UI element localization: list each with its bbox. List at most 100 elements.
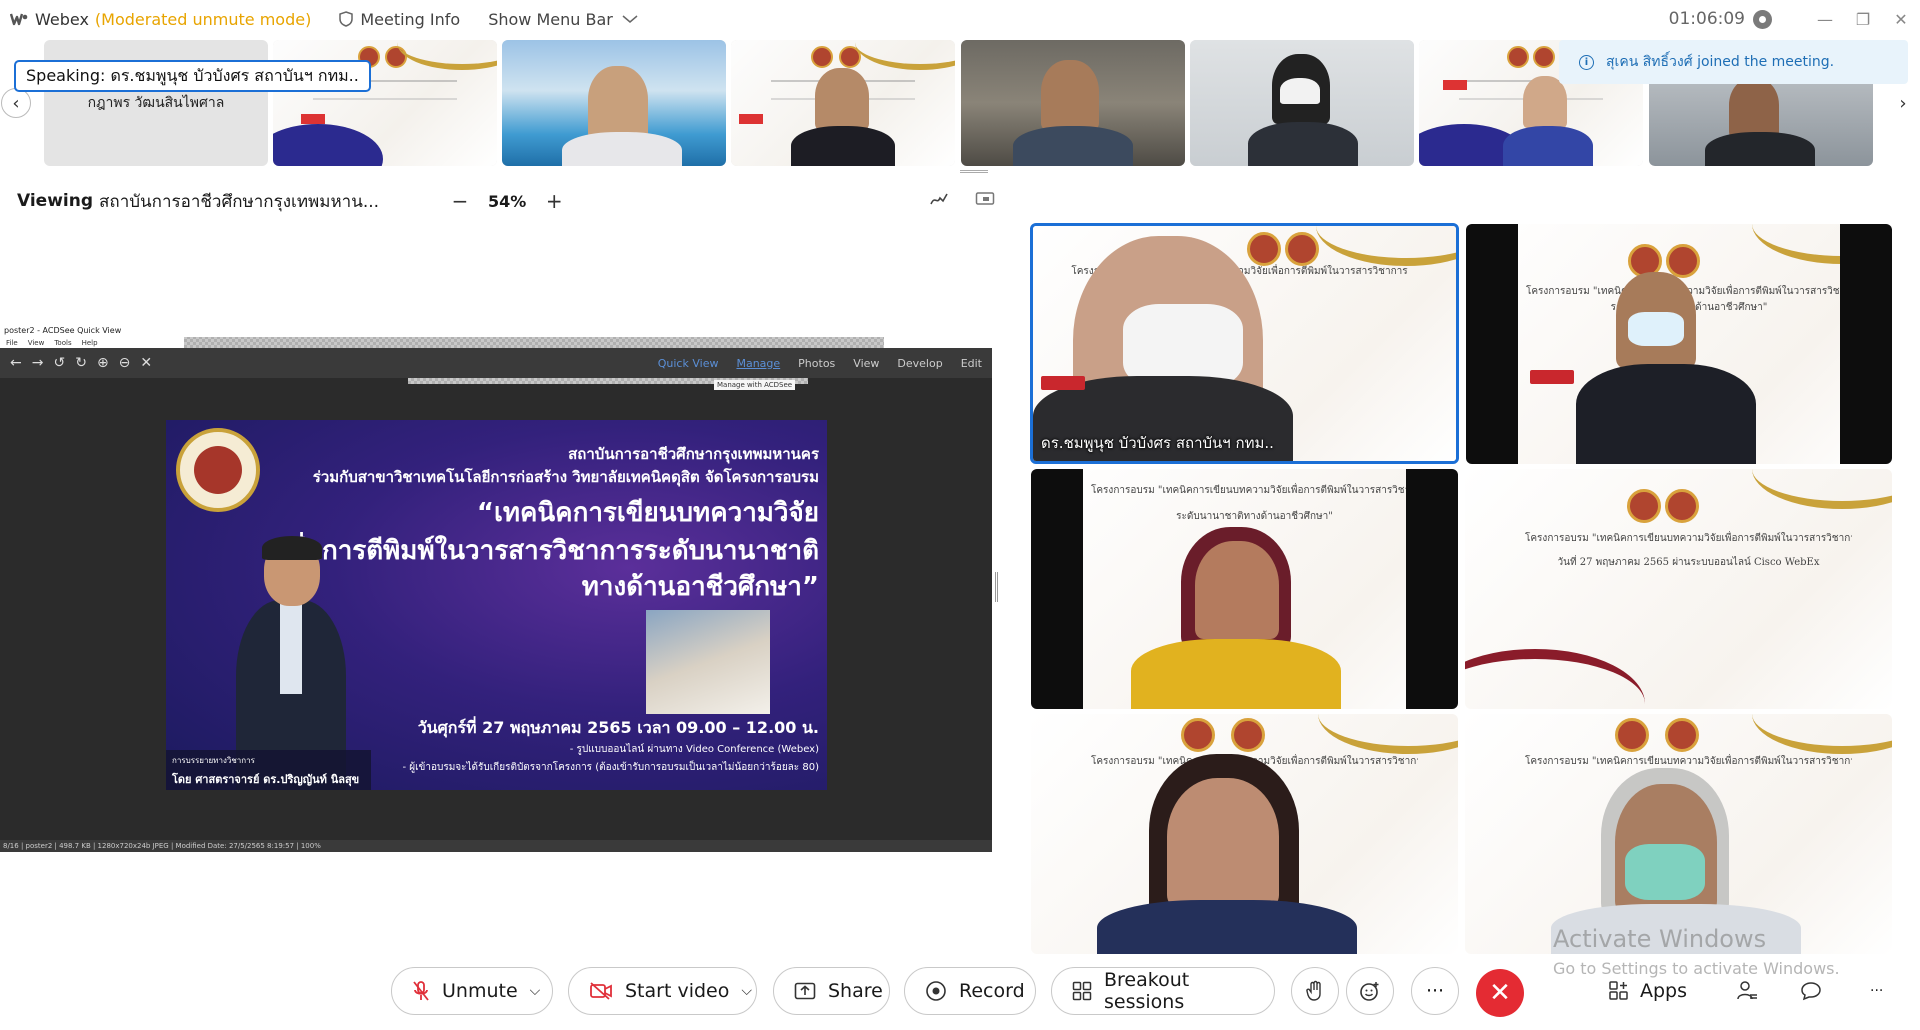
breakout-sessions-button[interactable]: Breakout sessions [1051,967,1275,1015]
acdsee-tab-photos[interactable]: Photos [798,357,835,370]
apps-button[interactable]: Apps [1608,967,1687,1015]
acdsee-menu-tools[interactable]: Tools [54,339,71,347]
shared-content-title: สถาบันการอาชีวศึกษากรุงเทพมหาน... [99,191,380,212]
app-name: Webex [35,9,89,29]
poster-headline-3: ทางด้านอาชีวศึกษา” [581,572,819,602]
video-tile-participant[interactable]: โครงการอบรม "เทคนิคการเขียนบทความวิจัยเพ… [1465,714,1892,954]
annotate-icon[interactable] [929,191,949,211]
title-bar: Webex (Moderated unmute mode) Meeting In… [0,0,1920,38]
more-options-button[interactable]: ··· [1411,967,1459,1015]
info-icon: i [1579,54,1594,70]
chevron-down-icon[interactable]: ⌵ [530,983,541,999]
start-video-label: Start video [625,980,730,1002]
leave-meeting-button[interactable]: ✕ [1476,969,1524,1017]
participant-thumb-video[interactable] [502,40,726,166]
join-notification-toast: i สุเคน สิทธิ์วงศ์ joined the meeting. [1559,40,1908,84]
chat-button[interactable] [1800,967,1822,1015]
zoom-out-icon[interactable]: ⊖ [119,355,131,371]
viewing-bar: Viewing สถาบันการอาชีวศึกษากรุงเทพมหาน..… [0,183,1000,219]
poster-coorganizer: ร่วมกับสาขาวิชาเทคโนโลยีการก่อสร้าง วิทย… [312,468,819,486]
event-poster: สถาบันการอาชีวศึกษากรุงเทพมหานคร ร่วมกับ… [166,420,827,790]
minimize-button[interactable]: — [1806,0,1844,38]
video-tile-participant[interactable]: โครงการอบรม "เทคนิคการเขียนบทความวิจัยเพ… [1466,224,1892,464]
participant-thumb-video[interactable] [1190,40,1414,166]
acdsee-tab-quick-view[interactable]: Quick View [658,357,719,370]
rotate-right-icon[interactable]: ↻ [75,355,87,371]
moderated-mode-label: (Moderated unmute mode) [94,9,312,29]
record-label: Record [959,980,1025,1002]
slide-title: โครงการอบรม "เทคนิคการเขียนบทความวิจัยเพ… [1525,756,1852,767]
raise-hand-button[interactable] [1291,967,1339,1015]
chevron-down-icon [622,15,638,23]
recording-indicator-icon [1753,9,1772,29]
filmstrip-prev-button[interactable]: ‹ [1,88,31,118]
acdsee-status-bar: 8/16 | poster2 | 498.7 KB | 1280x720x24b… [0,840,992,852]
restore-button[interactable]: ❐ [1844,0,1882,38]
participants-icon [1737,981,1757,1000]
acdsee-tab-manage[interactable]: Manage [736,357,780,370]
chevron-down-icon[interactable]: ⌵ [741,983,752,999]
resize-handle[interactable] [960,170,988,173]
zoom-in-icon[interactable]: ⊕ [97,355,109,371]
poster-book-image [646,610,770,714]
chat-bubble-icon [1801,982,1821,1001]
acdsee-menu-help[interactable]: Help [82,339,98,347]
apps-label: Apps [1640,980,1688,1002]
poster-headline-2: เพื่อการตีพิมพ์ในวารสารวิชาการระดับนานาช… [280,536,819,566]
start-video-button[interactable]: Start video ⌵ [568,967,757,1015]
participant-thumb-slide[interactable] [273,40,497,166]
acdsee-tab-edit[interactable]: Edit [961,357,982,370]
participant-thumb-video[interactable] [961,40,1185,166]
record-icon [925,980,947,1002]
smiley-icon [1360,982,1379,1001]
video-tile-participant[interactable]: โครงการอบรม "เทคนิคการเขียนบทความวิจัยเพ… [1031,469,1458,709]
show-menu-bar-label: Show Menu Bar [488,9,613,29]
poster-organizer: สถาบันการอาชีวศึกษากรุงเทพมหานคร [568,445,819,463]
participant-name: กฎาพร วัฒนสินไพศาล [87,95,225,111]
close-icon[interactable]: ✕ [140,355,152,371]
meeting-timer: 01:06:09 [1668,9,1745,29]
zoom-in-button[interactable]: + [542,189,566,213]
toast-message: สุเคน สิทธิ์วงศ์ joined the meeting. [1606,54,1835,70]
pop-out-share-icon[interactable] [975,191,995,211]
zoom-out-button[interactable]: − [448,189,472,213]
meeting-info-button[interactable]: Meeting Info [339,10,460,29]
close-window-button[interactable]: ✕ [1882,0,1920,38]
shield-icon [339,11,354,27]
participant-thumb-name-only[interactable]: กฎาพร วัฒนสินไพศาล [44,40,268,166]
more-panels-button[interactable]: ··· [1870,967,1883,1015]
unmute-button[interactable]: Unmute ⌵ [391,967,553,1015]
video-tile-participant[interactable]: โครงการอบรม "เทคนิคการเขียนบทความวิจัยเพ… [1031,714,1458,954]
acdsee-menu-file[interactable]: File [6,339,18,347]
acdsee-title-bar: poster2 - ACDSee Quick View [0,324,992,337]
acdsee-tab-view[interactable]: View [853,357,879,370]
viewing-label: Viewing [17,191,94,211]
video-tile-active-speaker[interactable]: โครงการอบรม "เทคนิคการเขียนบทความวิจัยเพ… [1030,223,1459,464]
share-button[interactable]: Share [773,967,890,1015]
breakout-grid-icon [1072,981,1092,1001]
panel-splitter[interactable] [995,572,998,602]
apps-icon [1609,981,1628,1000]
acdsee-toolbar: ← → ↺ ↻ ⊕ ⊖ ✕ Quick View Manage Photos V… [0,348,992,378]
participants-button[interactable] [1735,967,1759,1015]
participant-thumb-video[interactable] [731,40,955,166]
activate-windows-watermark: Activate Windows [1553,925,1767,953]
acdsee-tab-develop[interactable]: Develop [897,357,942,370]
microphone-muted-icon [412,980,430,1002]
unmute-label: Unmute [442,980,518,1002]
record-button[interactable]: Record [904,967,1036,1015]
more-panels-label: ··· [1870,983,1884,999]
zoom-level: 54% [488,191,527,211]
more-options-label: ··· [1425,980,1445,1002]
back-arrow-icon[interactable]: ← [10,355,22,371]
filmstrip-next-button[interactable]: › [1888,88,1918,118]
forward-arrow-icon[interactable]: → [32,355,44,371]
rotate-left-icon[interactable]: ↺ [53,355,65,371]
reactions-button[interactable] [1346,967,1394,1015]
video-tile-participant[interactable]: โครงการอบรม "เทคนิคการเขียนบทความวิจัยเพ… [1465,469,1892,709]
webex-logo-icon [10,13,28,26]
meeting-controls-bar: Unmute ⌵ Start video ⌵ Share Record Brea… [0,960,1920,1026]
poster-caption-role: การบรรยายทางวิชาการ [172,756,255,765]
show-menu-bar-button[interactable]: Show Menu Bar [488,10,646,29]
acdsee-menu-view[interactable]: View [28,339,45,347]
